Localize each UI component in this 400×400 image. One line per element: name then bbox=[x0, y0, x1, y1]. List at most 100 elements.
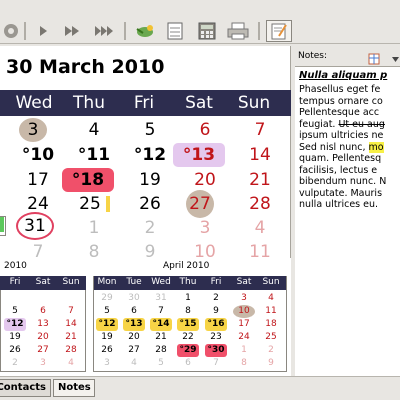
mini-day-cell[interactable]: 3 bbox=[96, 357, 118, 370]
notes-toggle-icon[interactable] bbox=[266, 20, 292, 42]
day-cell[interactable]: 27 bbox=[186, 190, 214, 218]
notes-menu-icon[interactable] bbox=[391, 50, 400, 62]
mini-day-cell[interactable]: 18 bbox=[260, 318, 282, 331]
day-cell[interactable]: 20 bbox=[181, 168, 229, 192]
mini-day-cell[interactable]: 27 bbox=[32, 344, 54, 357]
mini-day-cell[interactable]: 26 bbox=[96, 344, 118, 357]
calendar-icon[interactable] bbox=[165, 20, 185, 42]
mini-day-cell[interactable]: 5 bbox=[150, 357, 172, 370]
mini-day-cell[interactable]: 26 bbox=[4, 344, 26, 357]
mini-day-cell[interactable]: 31 bbox=[150, 292, 172, 305]
notes-editor[interactable]: Nulla aliquam p Phasellus eget fe tempus… bbox=[295, 66, 400, 376]
mini-day-cell[interactable]: 27 bbox=[123, 344, 145, 357]
mini-day-cell[interactable]: 11 bbox=[260, 305, 282, 318]
mini-day-cell[interactable]: 28 bbox=[60, 344, 82, 357]
mini-day-cell[interactable]: 22 bbox=[177, 331, 199, 344]
note-line: ipsum ultricies ne bbox=[299, 130, 384, 141]
fast-forward-icon[interactable] bbox=[62, 20, 84, 42]
skip-forward-icon[interactable] bbox=[92, 20, 118, 42]
day-cell[interactable]: 6 bbox=[181, 118, 229, 142]
mini-day-cell[interactable]: 2 bbox=[205, 292, 227, 305]
mini-day-cell[interactable]: 29 bbox=[96, 292, 118, 305]
printer-icon[interactable] bbox=[226, 20, 250, 42]
mini-day-cell[interactable]: 24 bbox=[233, 331, 255, 344]
mini-day-cell[interactable] bbox=[32, 292, 54, 305]
mini-day-cell[interactable]: 6 bbox=[123, 305, 145, 318]
mini-day-cell[interactable]: 20 bbox=[123, 331, 145, 344]
day-cell[interactable]: 4 bbox=[236, 216, 284, 240]
day-cell[interactable]: 2 bbox=[126, 216, 174, 240]
mini-day-cell[interactable]: °29 bbox=[177, 344, 199, 357]
tab-contacts[interactable]: Contacts bbox=[0, 379, 51, 397]
mini-day-cell[interactable]: °15 bbox=[177, 318, 199, 331]
mini-day-cell[interactable]: °12 bbox=[4, 318, 26, 331]
mini-day-cell[interactable]: 17 bbox=[233, 318, 255, 331]
mini-day-cell[interactable]: 30 bbox=[123, 292, 145, 305]
day-cell[interactable]: °12 bbox=[126, 143, 174, 167]
mini-day-cell[interactable]: °14 bbox=[150, 318, 172, 331]
mini-day-cell[interactable]: 4 bbox=[123, 357, 145, 370]
day-cell[interactable]: 3 bbox=[19, 118, 47, 142]
mini-day-cell[interactable]: 19 bbox=[96, 331, 118, 344]
mini-day-cell[interactable]: 6 bbox=[32, 305, 54, 318]
mini-day-cell[interactable]: 3 bbox=[233, 292, 255, 305]
table-icon[interactable] bbox=[368, 50, 382, 65]
mini-day-cell[interactable]: 10 bbox=[233, 305, 255, 318]
day-cell[interactable]: 3 bbox=[181, 216, 229, 240]
mini-day-cell[interactable]: 4 bbox=[60, 357, 82, 370]
mini-day-cell[interactable]: 2 bbox=[4, 357, 26, 370]
mini-day-cell[interactable]: 1 bbox=[177, 292, 199, 305]
day-cell[interactable]: 7 bbox=[236, 118, 284, 142]
day-cell[interactable]: 1 bbox=[70, 216, 118, 240]
mini-day-cell[interactable]: 13 bbox=[32, 318, 54, 331]
mini-day-cell[interactable]: 9 bbox=[260, 357, 282, 370]
day-cell[interactable]: 4 bbox=[70, 118, 118, 142]
mini-day-cell[interactable]: 19 bbox=[4, 331, 26, 344]
mini-day-cell[interactable]: 7 bbox=[150, 305, 172, 318]
day-cell[interactable]: 5 bbox=[126, 118, 174, 142]
mini-day-cell[interactable]: 1 bbox=[233, 344, 255, 357]
mini-day-cell[interactable]: 7 bbox=[60, 305, 82, 318]
day-cell[interactable]: °10 bbox=[14, 143, 62, 167]
calculator-icon[interactable] bbox=[197, 20, 217, 42]
day-cell[interactable]: 17 bbox=[14, 168, 62, 192]
mini-day-cell[interactable]: 8 bbox=[177, 305, 199, 318]
mini-day-cell[interactable]: 14 bbox=[60, 318, 82, 331]
mini-day-cell[interactable]: °13 bbox=[123, 318, 145, 331]
play-icon[interactable] bbox=[35, 20, 51, 42]
day-cell[interactable]: 21 bbox=[236, 168, 284, 192]
mini-day-cell[interactable]: 7 bbox=[205, 357, 227, 370]
mini-day-cell[interactable]: 21 bbox=[60, 331, 82, 344]
mini-day-cell[interactable]: 23 bbox=[205, 331, 227, 344]
day-cell[interactable]: °18 bbox=[62, 168, 114, 192]
mini-day-cell[interactable]: 6 bbox=[177, 357, 199, 370]
mini-day-cell[interactable]: 2 bbox=[260, 344, 282, 357]
mini-day-cell[interactable] bbox=[4, 292, 26, 305]
mini-day-cell[interactable]: °12 bbox=[96, 318, 118, 331]
day-cell[interactable]: °13 bbox=[173, 143, 225, 167]
mini-day-cell[interactable]: 20 bbox=[32, 331, 54, 344]
tasks-icon[interactable] bbox=[133, 20, 157, 42]
day-cell-today[interactable]: 31 bbox=[16, 212, 54, 240]
mini-day-cell[interactable]: 4 bbox=[260, 292, 282, 305]
mini-day-cell[interactable]: 25 bbox=[260, 331, 282, 344]
mini-day-cell[interactable]: °30 bbox=[205, 344, 227, 357]
day-cell[interactable]: 26 bbox=[126, 192, 174, 216]
tab-notes[interactable]: Notes bbox=[53, 379, 95, 397]
mini-day-cell[interactable]: 5 bbox=[96, 305, 118, 318]
note-line: facilisis, lectus e bbox=[299, 164, 378, 176]
mini-day-cell[interactable]: 28 bbox=[150, 344, 172, 357]
day-cell[interactable]: 14 bbox=[236, 143, 284, 167]
disc-icon[interactable] bbox=[2, 20, 20, 42]
mini-day-cell[interactable]: 8 bbox=[233, 357, 255, 370]
mini-day-cell[interactable]: 5 bbox=[4, 305, 26, 318]
mini-day-cell[interactable]: 21 bbox=[150, 331, 172, 344]
mini-day-cell[interactable]: °16 bbox=[205, 318, 227, 331]
mini-day-cell[interactable]: 9 bbox=[205, 305, 227, 318]
calendar-app: 30 March 2010 Wed Thu Fri Sat Sun 3 4 5 … bbox=[0, 0, 400, 400]
day-cell[interactable]: 19 bbox=[126, 168, 174, 192]
day-cell[interactable]: °11 bbox=[70, 143, 118, 167]
mini-day-cell[interactable] bbox=[60, 292, 82, 305]
day-cell[interactable]: 28 bbox=[236, 192, 284, 216]
mini-day-cell[interactable]: 3 bbox=[32, 357, 54, 370]
